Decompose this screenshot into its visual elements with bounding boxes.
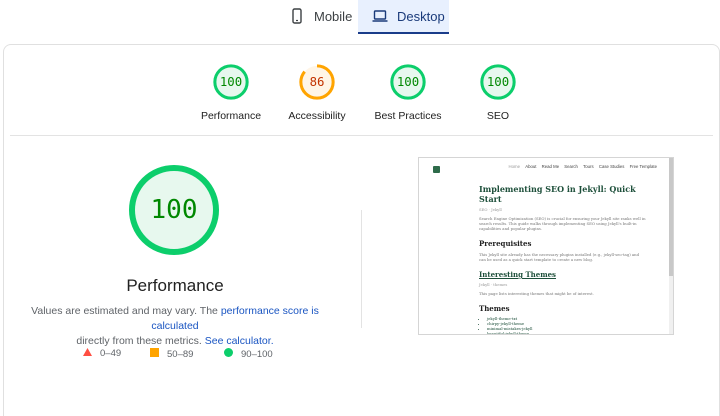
tab-desktop-label: Desktop bbox=[397, 8, 445, 24]
gauge-score-text: 100 bbox=[151, 195, 198, 225]
site-intro: Search Engine Optimization (SEO) is cruc… bbox=[479, 216, 646, 231]
gauge-score-text: 100 bbox=[487, 75, 509, 89]
site-prereq-text: This Jekyll site already has the necessa… bbox=[479, 252, 640, 262]
circle-icon bbox=[224, 348, 233, 360]
gauge-score-text: 100 bbox=[397, 75, 419, 89]
legend-fail: 0–49 bbox=[83, 348, 121, 359]
vertical-divider bbox=[361, 210, 362, 328]
site-post-meta: SEO · Jekyll bbox=[479, 207, 502, 212]
site-nav-item: Tours bbox=[583, 164, 594, 169]
gauge-label: SEO bbox=[486, 110, 510, 122]
score-gauge: 86 bbox=[299, 64, 335, 100]
site-nav-item: Home bbox=[508, 164, 521, 169]
site-theme-list: jekyll-theme-txt chirpy-jekyll-theme min… bbox=[487, 316, 647, 334]
desc-text-2: directly from these metrics. bbox=[76, 335, 202, 347]
scrollbar-thumb bbox=[669, 158, 673, 276]
square-icon bbox=[150, 348, 159, 360]
see-calculator-link[interactable]: See calculator. bbox=[205, 335, 274, 347]
legend-average-label: 50–89 bbox=[167, 348, 194, 360]
site-nav: Home About Read Me Search Tours Case Stu… bbox=[505, 164, 657, 169]
legend-pass: 90–100 bbox=[224, 348, 273, 360]
legend-fail-label: 0–49 bbox=[100, 348, 122, 359]
score-gauge: 100 bbox=[390, 64, 426, 100]
performance-score-gauge: 100 bbox=[129, 165, 219, 255]
laptop-icon bbox=[372, 8, 388, 24]
legend-average: 50–89 bbox=[150, 348, 193, 360]
score-gauge: 100 bbox=[480, 64, 516, 100]
gauge-seo[interactable]: 100 SEO bbox=[443, 63, 553, 122]
site-content: Implementing SEO in Jekyll: Quick Start … bbox=[479, 184, 647, 334]
desc-text: Values are estimated and may vary. The bbox=[31, 305, 218, 317]
legend-pass-label: 90–100 bbox=[241, 348, 273, 360]
performance-title: Performance bbox=[126, 276, 224, 295]
tab-mobile[interactable]: Mobile bbox=[275, 0, 358, 32]
section-divider bbox=[10, 135, 713, 136]
site-post-title: Implementing SEO in Jekyll: Quick Start bbox=[479, 184, 636, 204]
triangle-icon bbox=[83, 348, 92, 359]
category-summary: 100 Performance 86 Accessibility 100 Bes… bbox=[4, 63, 720, 123]
device-tabs: Mobile Desktop bbox=[275, 0, 449, 34]
site-nav-item: Free Template bbox=[629, 164, 657, 169]
score-gauge: 100 bbox=[213, 64, 249, 100]
tab-mobile-label: Mobile bbox=[314, 8, 353, 24]
site-nav-item: Read Me bbox=[541, 164, 560, 169]
list-item: beautiful-jekyll-theme bbox=[487, 331, 647, 334]
site-heading-interesting: Interesting Themes bbox=[479, 270, 556, 279]
gauge-score-text: 100 bbox=[220, 75, 242, 89]
site-nav-item: About bbox=[525, 164, 537, 169]
site-logo-icon bbox=[433, 166, 440, 173]
final-screenshot-thumbnail[interactable]: Home About Read Me Search Tours Case Stu… bbox=[418, 157, 674, 335]
score-legend: 0–49 50–89 90–100 bbox=[0, 348, 360, 362]
site-nav-item: Search bbox=[564, 164, 578, 169]
performance-description: Values are estimated and may vary. The p… bbox=[10, 304, 340, 349]
tab-desktop[interactable]: Desktop bbox=[358, 0, 449, 34]
mobile-phone-icon bbox=[289, 8, 305, 24]
site-interesting-meta: Jekyll · themes bbox=[479, 282, 508, 287]
site-interesting-text: This page lists interesting themes that … bbox=[479, 291, 594, 296]
gauge-score-text: 86 bbox=[310, 75, 325, 89]
site-heading-prereq: Prerequisites bbox=[479, 239, 532, 248]
site-heading-themes: Themes bbox=[479, 304, 510, 313]
thumbnail-scrollbar bbox=[669, 158, 673, 334]
site-nav-item: Case Studies bbox=[598, 164, 625, 169]
